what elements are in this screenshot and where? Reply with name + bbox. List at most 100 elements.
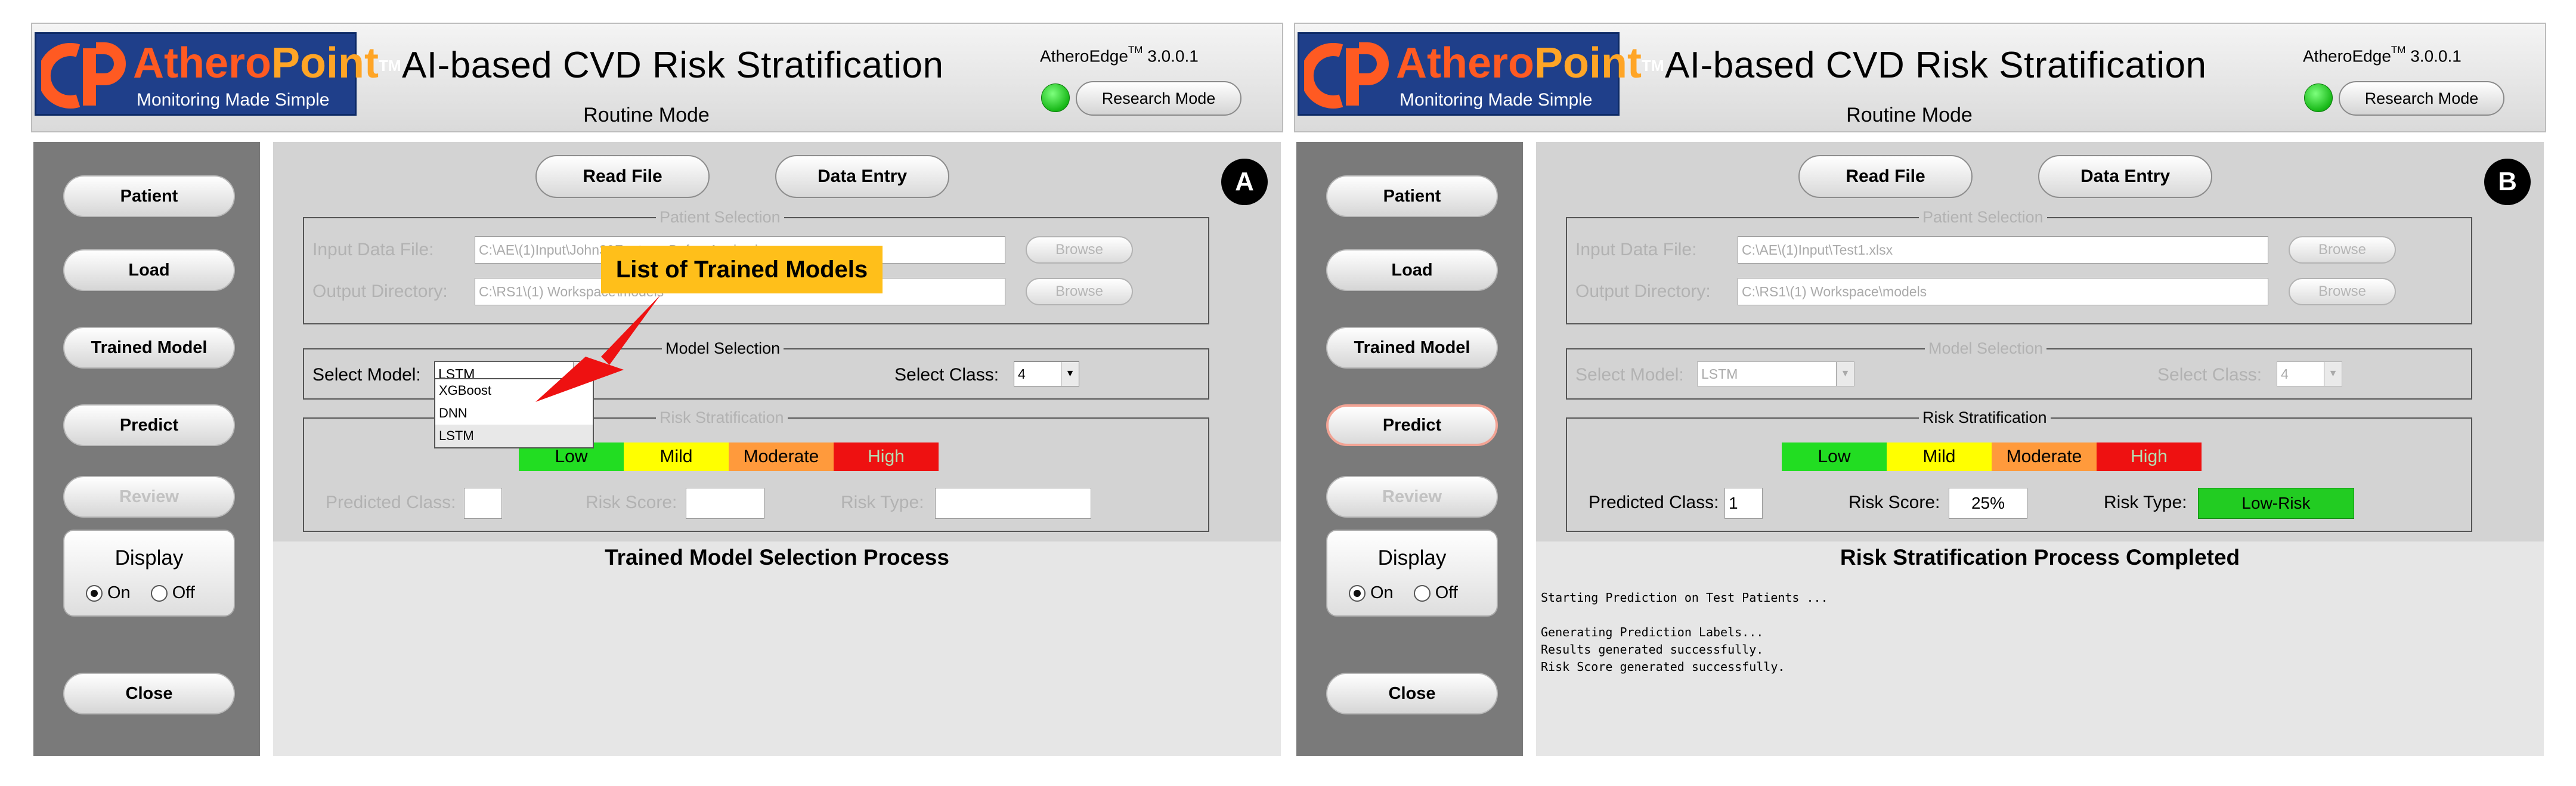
risk-moderate-label: Moderate (1992, 442, 2097, 471)
logo-tagline: Monitoring Made Simple (137, 90, 330, 110)
risk-stratification-group: Risk Stratification Low Mild Moderate Hi… (1566, 407, 2472, 532)
risk-low-label: Low (1782, 442, 1887, 471)
display-off-radio[interactable] (1413, 584, 1431, 602)
predicted-class-label: Predicted Class: (1589, 493, 1719, 512)
logo-mark-icon (41, 42, 126, 109)
display-off-radio[interactable] (150, 584, 168, 602)
close-button[interactable]: Close (63, 673, 235, 714)
review-button[interactable]: Review (63, 476, 235, 518)
risk-type-field[interactable]: Low-Risk (2198, 488, 2354, 519)
load-button[interactable]: Load (63, 249, 235, 291)
patient-selection-title: Patient Selection (656, 206, 784, 228)
browse-input-button[interactable]: Browse (1026, 236, 1133, 264)
research-mode-button[interactable]: Research Mode (1076, 81, 1241, 116)
risk-type-label: Risk Type: (841, 493, 924, 512)
sidebar: Patient Load Trained Model Predict Revie… (1296, 142, 1523, 756)
log-line: Starting Prediction on Test Patients ... (1541, 590, 1828, 605)
model-selection-title: Model Selection (1925, 338, 2047, 359)
trained-model-button[interactable]: Trained Model (1326, 327, 1498, 369)
trained-models-callout: List of Trained Models (601, 246, 883, 293)
panel-tag: A (1221, 159, 1268, 205)
input-data-file-field[interactable]: C:\AE\(1)Input\Test1.xlsx (1738, 236, 2268, 264)
risk-score-field[interactable]: 25% (1949, 488, 2027, 519)
predict-button[interactable]: Predict (63, 404, 235, 446)
patient-selection-group: Patient Selection Input Data File: C:\AE… (1566, 206, 2472, 324)
display-radio-row: On Off (86, 583, 195, 603)
app-title: AI-based CVD Risk Stratification (402, 45, 944, 86)
output-directory-field[interactable]: C:\RS1\(1) Workspace\models (1738, 278, 2268, 305)
callout-arrow-icon (535, 295, 661, 402)
logo-mark-icon (1304, 42, 1389, 109)
dropdown-arrow-icon[interactable]: ▼ (1836, 362, 1854, 386)
dropdown-arrow-icon[interactable]: ▼ (2324, 362, 2342, 386)
display-toggle-group: Display On Off (63, 530, 235, 617)
logo-name: AtheroPointTM (1396, 39, 1664, 87)
select-class-dropdown[interactable]: 4 ▼ (2277, 361, 2342, 386)
model-option-dnn[interactable]: DNN (435, 402, 593, 425)
browse-output-button[interactable]: Browse (1026, 278, 1133, 305)
output-directory-label: Output Directory: (312, 281, 448, 301)
dropdown-arrow-icon[interactable]: ▼ (1061, 362, 1079, 386)
panel-tag: B (2484, 159, 2531, 205)
risk-score-field[interactable] (686, 488, 764, 519)
browse-input-button[interactable]: Browse (2289, 236, 2396, 264)
risk-high-label: High (2097, 442, 2202, 471)
panel-b: AtheroPointTM Monitoring Made Simple AI-… (1294, 23, 2546, 757)
read-file-button[interactable]: Read File (535, 155, 710, 198)
atheropoint-logo: AtheroPointTM Monitoring Made Simple (35, 32, 401, 116)
risk-stratification-title: Risk Stratification (656, 407, 788, 428)
log-line: Results generated successfully. (1541, 642, 1764, 657)
risk-mild-label: Mild (624, 442, 729, 471)
model-option-lstm[interactable]: LSTM (435, 425, 593, 447)
main-area: Read File Data Entry B Patient Selection… (1536, 142, 2544, 756)
mode-label: Routine Mode (583, 104, 710, 126)
review-button[interactable]: Review (1326, 476, 1498, 518)
logo-tagline: Monitoring Made Simple (1400, 90, 1593, 110)
input-data-file-label: Input Data File: (1575, 240, 1697, 259)
display-radio-row: On Off (1349, 583, 1458, 603)
predicted-class-field[interactable]: 1 (1724, 488, 1763, 519)
data-entry-button[interactable]: Data Entry (2038, 155, 2212, 198)
patient-button[interactable]: Patient (1326, 175, 1498, 217)
read-file-button[interactable]: Read File (1798, 155, 1973, 198)
close-button[interactable]: Close (1326, 673, 1498, 714)
log-line: Risk Score generated successfully. (1541, 660, 1785, 674)
app-header: AtheroPointTM Monitoring Made Simple AI-… (1294, 23, 2546, 132)
output-directory-label: Output Directory: (1575, 281, 1711, 301)
main-area: Read File Data Entry A Patient Selection… (273, 142, 1281, 756)
patient-selection-title: Patient Selection (1919, 206, 2047, 228)
data-entry-button[interactable]: Data Entry (775, 155, 949, 198)
display-off-label: Off (1435, 583, 1458, 602)
display-title: Display (114, 546, 184, 570)
predict-button[interactable]: Predict (1326, 404, 1498, 446)
input-data-file-label: Input Data File: (312, 240, 434, 259)
risk-moderate-label: Moderate (729, 442, 834, 471)
panel-a: AtheroPointTM Monitoring Made Simple AI-… (31, 23, 1283, 757)
risk-stratification-title: Risk Stratification (1919, 407, 2051, 428)
display-title: Display (1377, 546, 1447, 570)
atheropoint-logo: AtheroPointTM Monitoring Made Simple (1298, 32, 1664, 116)
status-title: Trained Model Selection Process (605, 545, 949, 570)
display-on-radio[interactable] (1349, 584, 1366, 602)
research-mode-button[interactable]: Research Mode (2339, 81, 2504, 116)
risk-type-field[interactable] (935, 488, 1091, 519)
select-class-dropdown[interactable]: 4 ▼ (1014, 361, 1079, 386)
model-selection-group: Model Selection Select Model: LSTM ▼ Sele… (1566, 338, 2472, 400)
trained-model-button[interactable]: Trained Model (63, 327, 235, 369)
patient-button[interactable]: Patient (63, 175, 235, 217)
display-on-radio[interactable] (86, 584, 103, 602)
predicted-class-field[interactable] (464, 488, 502, 519)
risk-type-label: Risk Type: (2104, 493, 2187, 512)
select-model-dropdown[interactable]: LSTM ▼ (1697, 361, 1854, 386)
status-title: Risk Stratification Process Completed (1840, 545, 2240, 570)
display-on-label: On (1370, 583, 1394, 602)
load-button[interactable]: Load (1326, 249, 1498, 291)
risk-score-label: Risk Score: (586, 493, 677, 512)
risk-high-label: High (834, 442, 939, 471)
model-selection-title: Model Selection (662, 338, 784, 359)
app-title: AI-based CVD Risk Stratification (1665, 45, 2207, 86)
select-model-label: Select Model: (312, 365, 421, 385)
select-class-label: Select Class: (2157, 365, 2262, 385)
browse-output-button[interactable]: Browse (2289, 278, 2396, 305)
